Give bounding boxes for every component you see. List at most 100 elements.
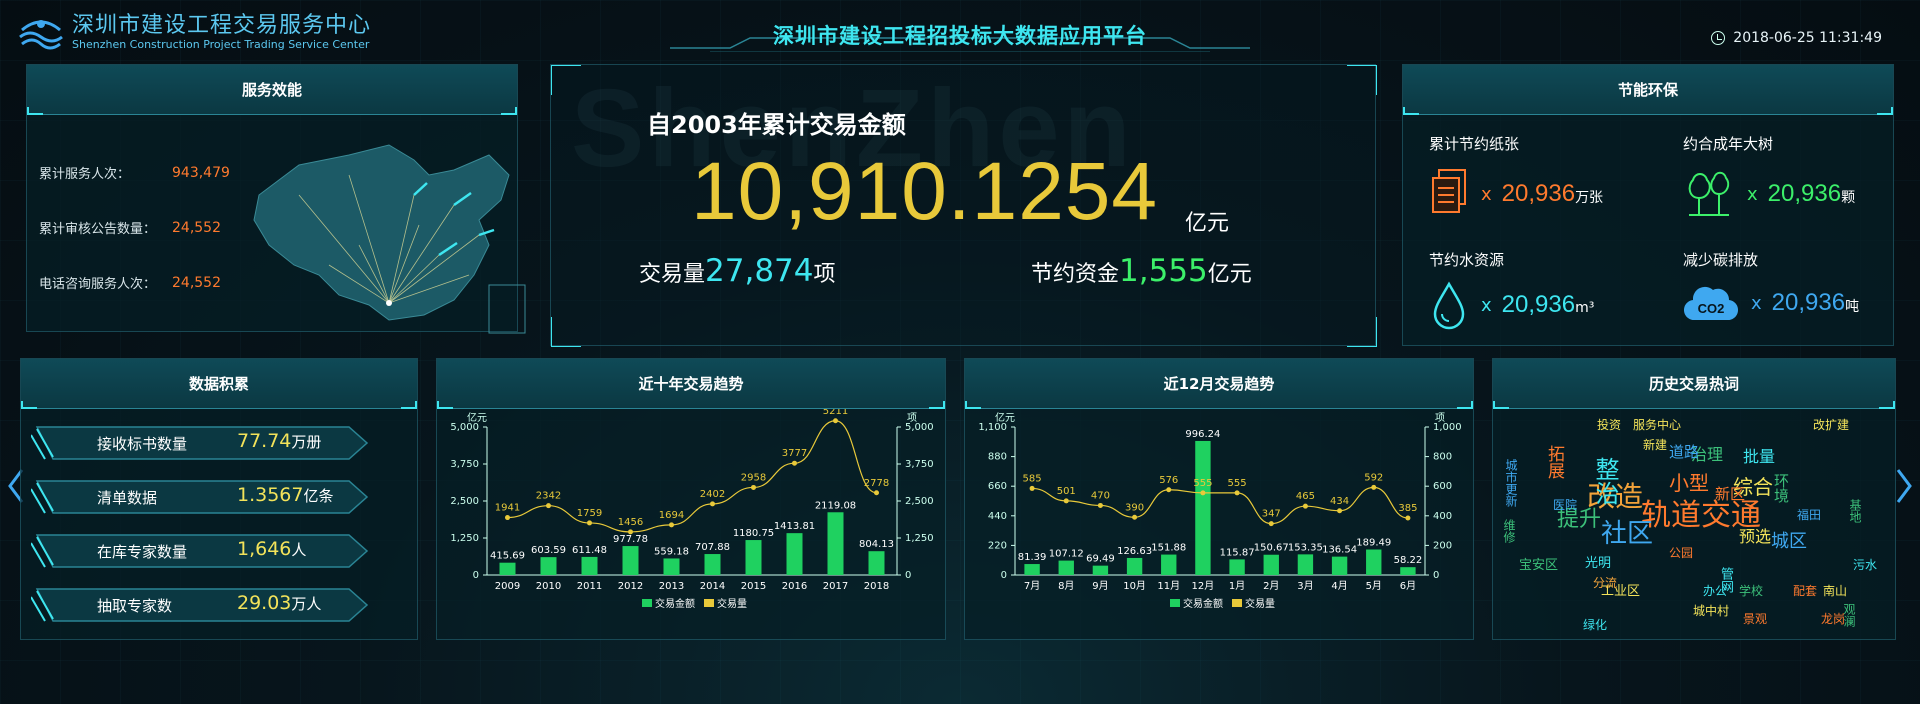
bar (1366, 549, 1382, 575)
word-cloud-term[interactable]: 环境 (1772, 473, 1790, 503)
bar-value-label: 107.12 (1049, 549, 1084, 560)
word-cloud-term[interactable]: 景观 (1743, 613, 1767, 625)
bar-value-label: 559.18 (654, 546, 689, 557)
word-cloud-term[interactable]: 预选 (1739, 529, 1771, 545)
trend12-panel-title: 近12月交易趋势 (965, 359, 1473, 409)
service-row: 电话咨询服务人次： 24,552 (39, 255, 230, 310)
x-tick-label: 4月 (1331, 580, 1347, 592)
word-cloud-term[interactable]: 提升 (1557, 509, 1601, 531)
word-cloud-term[interactable]: 宝安区 (1519, 559, 1558, 572)
word-cloud-term[interactable]: 新区 (1715, 487, 1745, 502)
word-cloud-term[interactable]: 福田 (1797, 509, 1821, 521)
word-cloud-term[interactable]: 服务中心 (1633, 419, 1681, 431)
y-tick-label: 880 (988, 452, 1007, 463)
word-cloud-term[interactable]: 小型 (1669, 473, 1709, 493)
y2-tick-label: 3,750 (905, 459, 934, 470)
bar (868, 551, 885, 575)
word-cloud-term[interactable]: 观澜 (1842, 603, 1856, 627)
x-tick-label: 2015 (741, 581, 766, 592)
word-cloud-term[interactable]: 道路 (1669, 445, 1699, 460)
word-cloud-term[interactable]: 基地 (1848, 499, 1862, 523)
service-row-value: 24,552 (172, 219, 221, 236)
x-tick-label: 12月 (1192, 580, 1215, 592)
line-point (1337, 508, 1343, 514)
line-value-label: 5211 (823, 409, 848, 417)
cumulative-unit: 亿元 (1185, 211, 1230, 236)
line-point (1405, 515, 1411, 521)
y-tick-label: 5,000 (450, 422, 479, 433)
logo: 深圳市建设工程交易服务中心 Shenzhen Construction Proj… (18, 12, 371, 52)
service-row-label: 累计服务人次： (39, 167, 131, 182)
line-value-label: 501 (1057, 486, 1076, 497)
eco-water-unit: m³ (1575, 300, 1595, 316)
word-cloud-term[interactable]: 光明 (1585, 557, 1611, 570)
service-row-label: 电话咨询服务人次： (39, 277, 157, 292)
line-point (669, 522, 674, 528)
legend-swatch (1170, 599, 1180, 607)
word-cloud-term[interactable]: 拓展 (1544, 445, 1564, 479)
svg-text:CO2: CO2 (1698, 301, 1725, 316)
eco-multiply-sign: x (1481, 294, 1492, 316)
accumulation-item-label: 清单数据 (97, 489, 158, 507)
cumulative-amount: 10,910.1254 (691, 146, 1159, 237)
legend-label: 交易量 (1245, 597, 1275, 610)
bar (663, 558, 680, 575)
bar (1092, 565, 1109, 575)
x-tick-label: 3月 (1297, 580, 1313, 592)
eco-trees-unit: 颗 (1841, 190, 1856, 206)
word-cloud-term[interactable]: 整治 (1591, 457, 1619, 505)
word-cloud-term[interactable]: 城中村 (1693, 605, 1729, 617)
eco-carbon-value: 20,936 (1771, 289, 1846, 316)
word-cloud-term[interactable]: 学校 (1739, 585, 1763, 597)
accumulation-item-unit: 人 (291, 541, 307, 559)
accumulation-item-value: 29.03万人 (237, 592, 321, 614)
line-point (1371, 484, 1377, 490)
bar (1331, 556, 1348, 575)
bar (581, 556, 598, 575)
datetime-text: 2018-06-25 11:31:49 (1733, 30, 1882, 46)
x-tick-label: 7月 (1024, 580, 1040, 592)
word-cloud-term[interactable]: 城市更新 (1504, 459, 1518, 507)
line-value-label: 385 (1398, 503, 1417, 514)
word-cloud-term[interactable]: 新建 (1643, 439, 1667, 451)
tree-icon (1688, 171, 1730, 216)
word-cloud-term[interactable]: 医院 (1553, 499, 1577, 511)
word-cloud-term[interactable]: 南山 (1823, 585, 1847, 597)
trend10-panel: 近十年交易趋势 亿元项 5,000 3,750 2,500 1,250 0 5,000 3,7… (436, 358, 946, 640)
bar (704, 554, 721, 575)
y-tick-label: 3,750 (450, 459, 479, 470)
savings-unit: 亿元 (1207, 262, 1252, 287)
x-tick-label: 2018 (864, 581, 889, 592)
next-arrow-icon[interactable] (1896, 468, 1912, 504)
word-cloud-term[interactable]: 办公 (1703, 585, 1727, 597)
eco-multiply-sign: x (1481, 183, 1492, 205)
volume-value: 27,874 (705, 253, 814, 289)
word-cloud-term[interactable]: 污水 (1853, 559, 1877, 571)
accumulation-item-number: 1,646 (237, 538, 292, 560)
word-cloud-term[interactable]: 分流 (1593, 577, 1617, 589)
eco-trees: 约合成年大树 x 20,936 颗 (1683, 133, 1855, 220)
word-cloud-term[interactable]: 维修 (1502, 519, 1516, 543)
y-tick-label: 1,250 (450, 533, 479, 544)
y2-tick-label: 5,000 (905, 422, 934, 433)
logo-text-en: Shenzhen Construction Project Trading Se… (72, 37, 370, 51)
word-cloud-term[interactable]: 公园 (1669, 547, 1693, 559)
line-point (1234, 490, 1240, 496)
x-tick-label: 2011 (577, 581, 602, 592)
bar (786, 533, 803, 575)
word-cloud-term[interactable]: 配套 (1793, 585, 1817, 597)
word-cloud-term[interactable]: 城区 (1771, 533, 1807, 551)
bar-value-label: 707.88 (695, 542, 730, 553)
word-cloud-term[interactable]: 社区 (1601, 521, 1653, 547)
line-point (1132, 514, 1138, 520)
word-cloud-term[interactable]: 批量 (1743, 449, 1775, 465)
line-value-label: 585 (1023, 473, 1042, 484)
accumulation-item-value: 77.74万册 (237, 430, 321, 452)
word-cloud-term[interactable]: 投资 (1597, 419, 1621, 431)
eco-trees-title: 约合成年大树 (1683, 135, 1774, 153)
volume-unit: 项 (813, 262, 836, 287)
eco-carbon-title: 减少碳排放 (1683, 251, 1759, 269)
word-cloud-term[interactable]: 绿化 (1583, 619, 1607, 631)
legend-swatch (704, 599, 714, 607)
word-cloud-term[interactable]: 改扩建 (1813, 419, 1849, 431)
